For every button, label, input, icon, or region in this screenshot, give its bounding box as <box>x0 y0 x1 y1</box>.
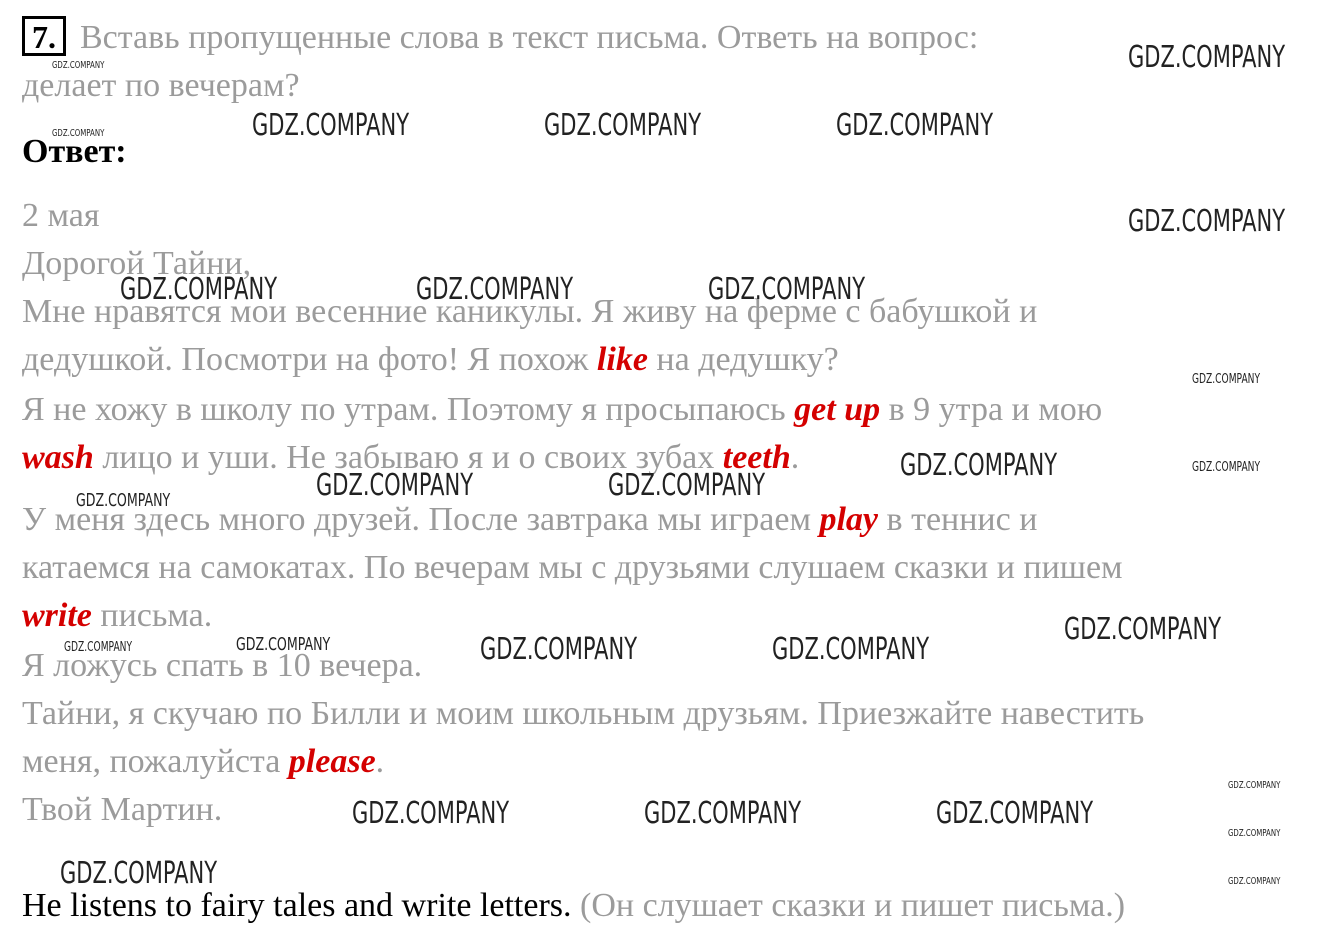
watermark: GDZ.COMPANY <box>352 796 510 831</box>
watermark: GDZ.COMPANY <box>236 634 331 655</box>
watermark: GDZ.COMPANY <box>252 108 410 143</box>
answer-write: write <box>22 597 92 634</box>
letter-line-2-text-a: дедушкой. Посмотри на фото! Я похож <box>22 341 597 378</box>
letter-line-4-text-b: . <box>790 439 800 476</box>
task-text-line-2: делает по вечерам? <box>22 67 300 104</box>
answer-wash: wash <box>22 439 94 476</box>
task-text-line-1: Вставь пропущенные слова в текст письма.… <box>80 19 979 56</box>
watermark: GDZ.COMPANY <box>1192 372 1261 387</box>
letter-line-6: катаемся на самокатах. По вечерам мы с д… <box>22 549 1123 586</box>
letter-line-10-text-b: . <box>375 743 385 780</box>
letter-line-5-text-b: в теннис и <box>878 501 1038 538</box>
watermark: GDZ.COMPANY <box>60 856 218 891</box>
watermark: GDZ.COMPANY <box>644 796 802 831</box>
watermark: GDZ.COMPANY <box>52 128 105 139</box>
watermark: GDZ.COMPANY <box>52 60 105 71</box>
letter-line-9: Тайни, я скучаю по Билли и моим школьным… <box>22 695 1145 732</box>
watermark: GDZ.COMPANY <box>1228 828 1281 839</box>
watermark: GDZ.COMPANY <box>1228 876 1281 887</box>
watermark: GDZ.COMPANY <box>772 632 930 667</box>
answer-get-up: get up <box>794 391 881 428</box>
answer-like: like <box>596 341 648 378</box>
letter-line-10-text-a: меня, пожалуйста <box>22 743 289 780</box>
letter-line-7: write письма. <box>22 596 212 636</box>
final-answer-russian: (Он слушает сказки и пишет письма.) <box>571 887 1126 924</box>
final-answer: He listens to fairy tales and write lett… <box>22 886 1125 926</box>
letter-line-3-text-a: Я не хожу в школу по утрам. Поэтому я пр… <box>22 391 795 428</box>
answer-please: please <box>288 743 376 780</box>
letter-line-7-text-b: письма. <box>91 597 213 634</box>
watermark: GDZ.COMPANY <box>836 108 994 143</box>
watermark: GDZ.COMPANY <box>1128 40 1286 75</box>
letter-line-5: У меня здесь много друзей. После завтрак… <box>22 500 1037 540</box>
watermark: GDZ.COMPANY <box>544 108 702 143</box>
task-number: 7. <box>22 16 66 56</box>
answer-play: play <box>819 501 879 538</box>
watermark: GDZ.COMPANY <box>316 468 474 503</box>
watermark: GDZ.COMPANY <box>1064 612 1222 647</box>
letter-line-3-text-b: в 9 утра и мою <box>880 391 1103 428</box>
watermark: GDZ.COMPANY <box>416 272 574 307</box>
watermark: GDZ.COMPANY <box>480 632 638 667</box>
watermark: GDZ.COMPANY <box>76 490 171 511</box>
watermark: GDZ.COMPANY <box>1128 204 1286 239</box>
watermark: GDZ.COMPANY <box>120 272 278 307</box>
watermark: GDZ.COMPANY <box>936 796 1094 831</box>
letter-date: 2 мая <box>22 197 100 234</box>
watermark: GDZ.COMPANY <box>900 448 1058 483</box>
watermark: GDZ.COMPANY <box>1192 460 1261 475</box>
watermark: GDZ.COMPANY <box>708 272 866 307</box>
watermark: GDZ.COMPANY <box>1228 780 1281 791</box>
watermark: GDZ.COMPANY <box>64 640 133 655</box>
letter-signature: Твой Мартин. <box>22 791 223 828</box>
letter-line-10: меня, пожалуйста please. <box>22 742 384 782</box>
final-answer-english: He listens to fairy tales and write lett… <box>22 887 572 924</box>
watermark: GDZ.COMPANY <box>608 468 766 503</box>
letter-line-2: дедушкой. Посмотри на фото! Я похож like… <box>22 340 839 380</box>
letter-line-3: Я не хожу в школу по утрам. Поэтому я пр… <box>22 390 1102 430</box>
letter-line-2-text-b: на дедушку? <box>647 341 839 378</box>
